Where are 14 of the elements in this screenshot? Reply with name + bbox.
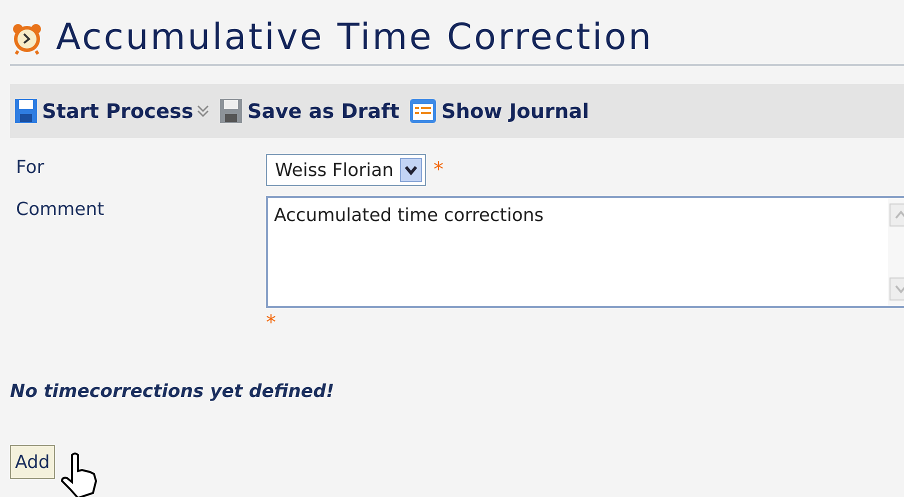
comment-field[interactable]: Accumulated time corrections <box>266 196 904 308</box>
field-label: For <box>15 156 46 180</box>
empty-message: No timecorrections yet defined! <box>10 380 336 404</box>
alarm-clock-icon <box>10 21 44 55</box>
page-title: Accumulative Time Correction <box>56 20 654 56</box>
add-button[interactable]: Add <box>10 445 55 479</box>
required-mark: * <box>266 312 277 332</box>
employee-select[interactable]: Weiss Florian <box>266 154 426 186</box>
journal-icon <box>409 98 438 124</box>
required-mark: * <box>434 156 444 183</box>
toolbar-button[interactable]: Start Process <box>14 96 210 126</box>
field-label: Comment <box>15 198 106 222</box>
toolbar-button[interactable]: Show Journal <box>409 96 590 126</box>
toolbar-button[interactable]: Save as Draft <box>219 96 400 126</box>
